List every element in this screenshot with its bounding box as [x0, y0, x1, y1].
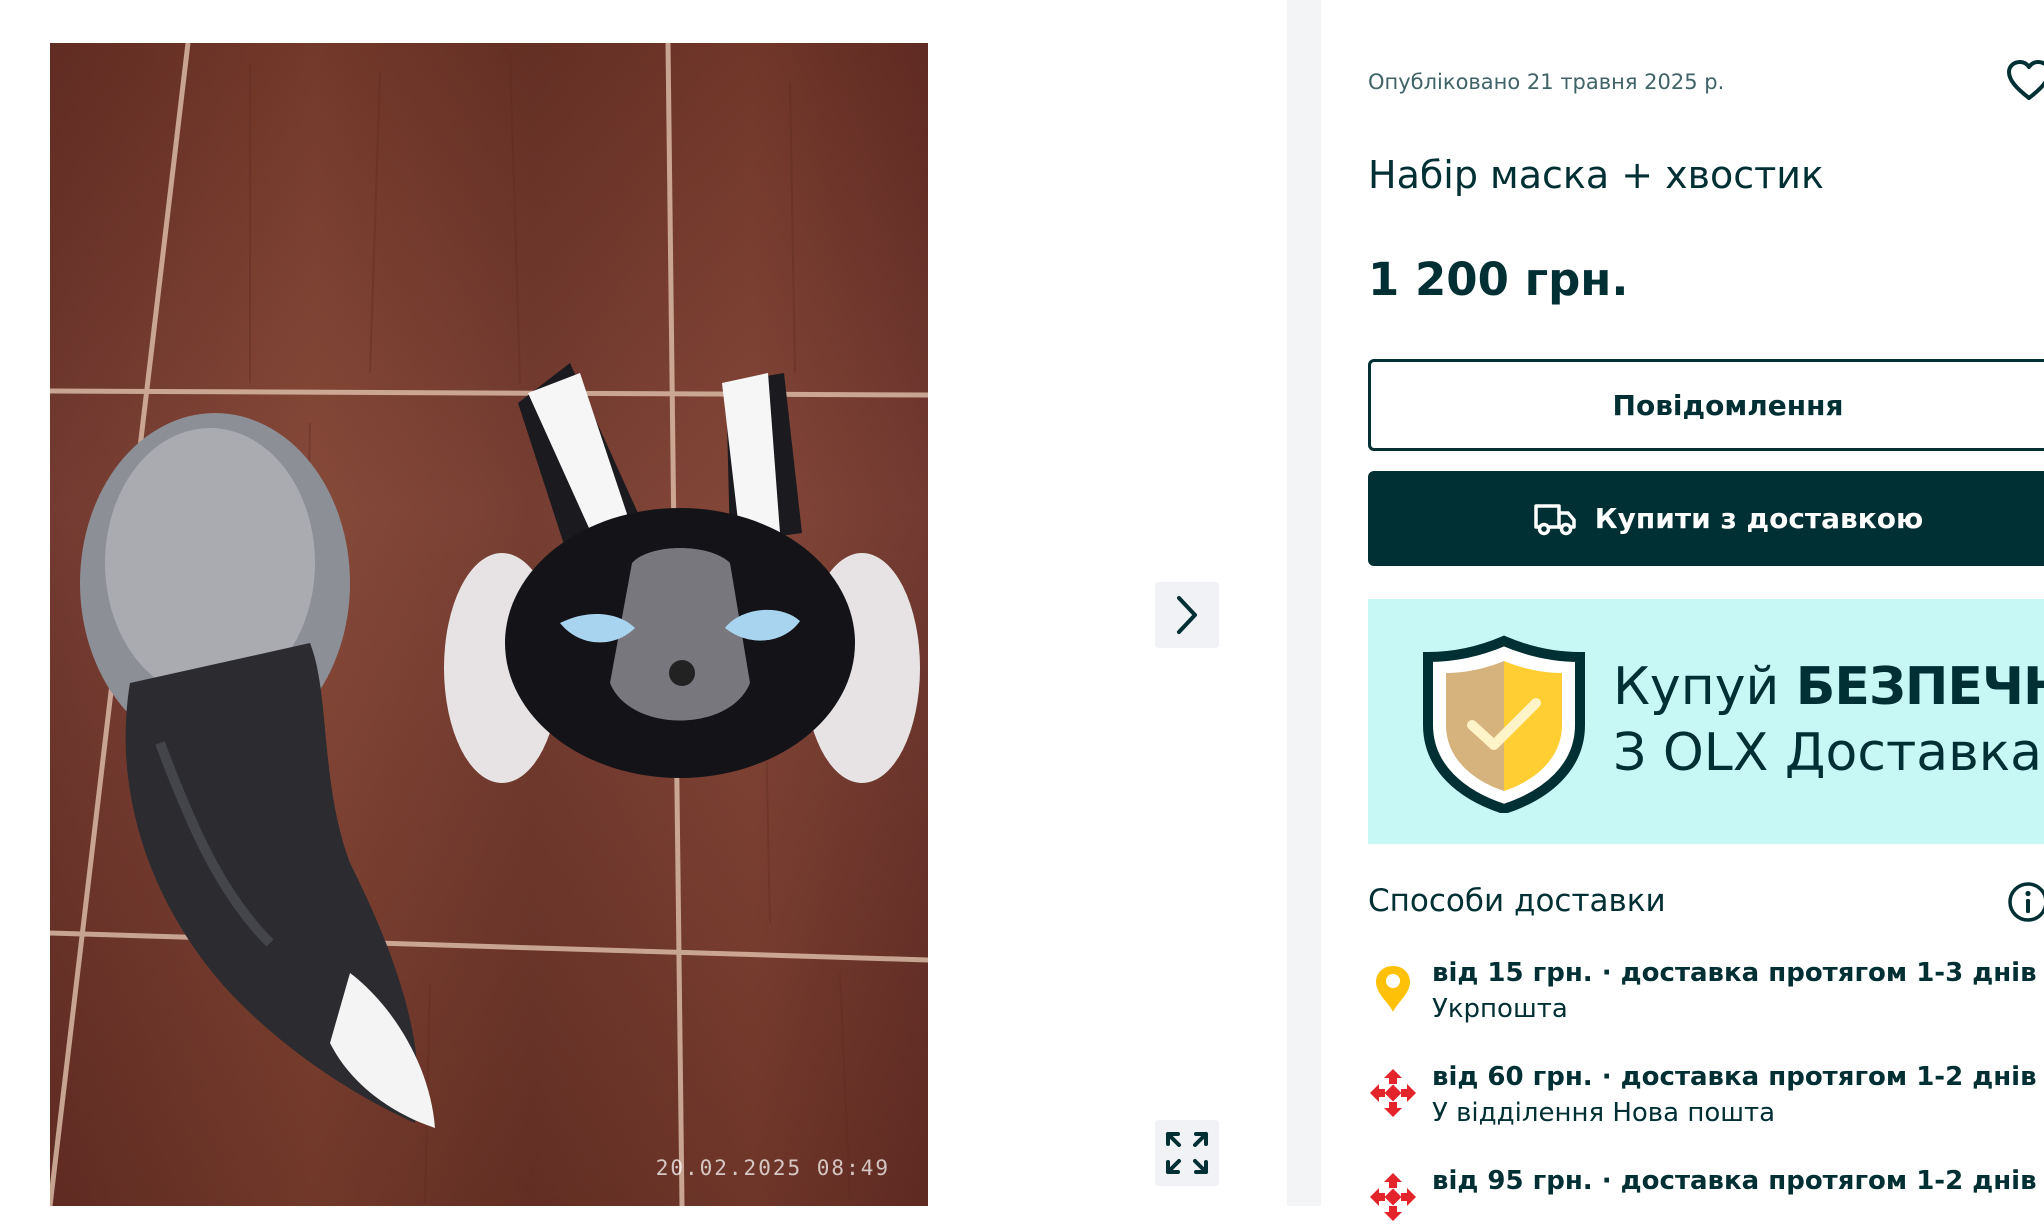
banner-line-2: З OLX Доставка	[1613, 723, 2043, 783]
delivery-option-carrier: Укрпошта	[1432, 994, 1568, 1024]
message-button-label: Повідомлення	[1612, 388, 1844, 422]
delivery-truck-icon	[1534, 503, 1576, 535]
expand-arrows-icon	[1166, 1132, 1208, 1174]
buy-button-label: Купити з доставкою	[1594, 502, 1924, 535]
delivery-option-carrier: У відділення Нова пошта	[1432, 1098, 1776, 1128]
chevron-right-icon	[1177, 596, 1197, 634]
ad-price: 1 200 грн.	[1368, 253, 1629, 306]
banner-word-buy: Купуй	[1613, 657, 1780, 717]
shield-check-icon	[1423, 635, 1585, 813]
product-photo-drawing	[50, 43, 928, 1206]
favorite-button[interactable]	[2006, 58, 2044, 104]
ad-title: Набір маска + хвостик	[1368, 153, 1824, 197]
posted-date: Опубліковано 21 травня 2025 р.	[1368, 70, 1725, 94]
message-button[interactable]: Повідомлення	[1368, 359, 2044, 451]
delivery-methods-heading: Способи доставки	[1368, 883, 1666, 919]
buy-with-delivery-button[interactable]: Купити з доставкою	[1368, 471, 2044, 566]
panel-divider	[1287, 0, 1321, 1206]
info-button[interactable]	[2007, 881, 2044, 923]
info-icon	[2008, 882, 2044, 922]
fullscreen-button[interactable]	[1155, 1120, 1219, 1186]
nova-poshta-icon	[1370, 1069, 1416, 1117]
banner-line-1: Купуй БЕЗПЕЧНО	[1613, 657, 2044, 717]
ukrposhta-icon	[1376, 966, 1410, 1012]
next-image-button[interactable]	[1155, 582, 1219, 648]
product-photo[interactable]: 20.02.2025 08:49	[50, 43, 928, 1206]
image-gallery: 20.02.2025 08:49	[0, 0, 1287, 1206]
delivery-option-price: від 60 грн. · доставка протягом 1-2 днів	[1432, 1062, 2037, 1092]
delivery-option-price: від 15 грн. · доставка протягом 1-3 днів	[1432, 958, 2037, 988]
ad-details-panel: Опубліковано 21 травня 2025 р. Набір мас…	[1321, 0, 2044, 1221]
nova-poshta-icon	[1370, 1173, 1416, 1221]
delivery-option-price: від 95 грн. · доставка протягом 1-2 днів	[1432, 1166, 2037, 1196]
banner-word-safe: БЕЗПЕЧНО	[1795, 657, 2044, 717]
safe-buy-banner[interactable]: Купуй БЕЗПЕЧНО З OLX Доставка	[1368, 599, 2044, 844]
photo-timestamp: 20.02.2025 08:49	[655, 1156, 890, 1180]
heart-icon	[2007, 60, 2044, 100]
